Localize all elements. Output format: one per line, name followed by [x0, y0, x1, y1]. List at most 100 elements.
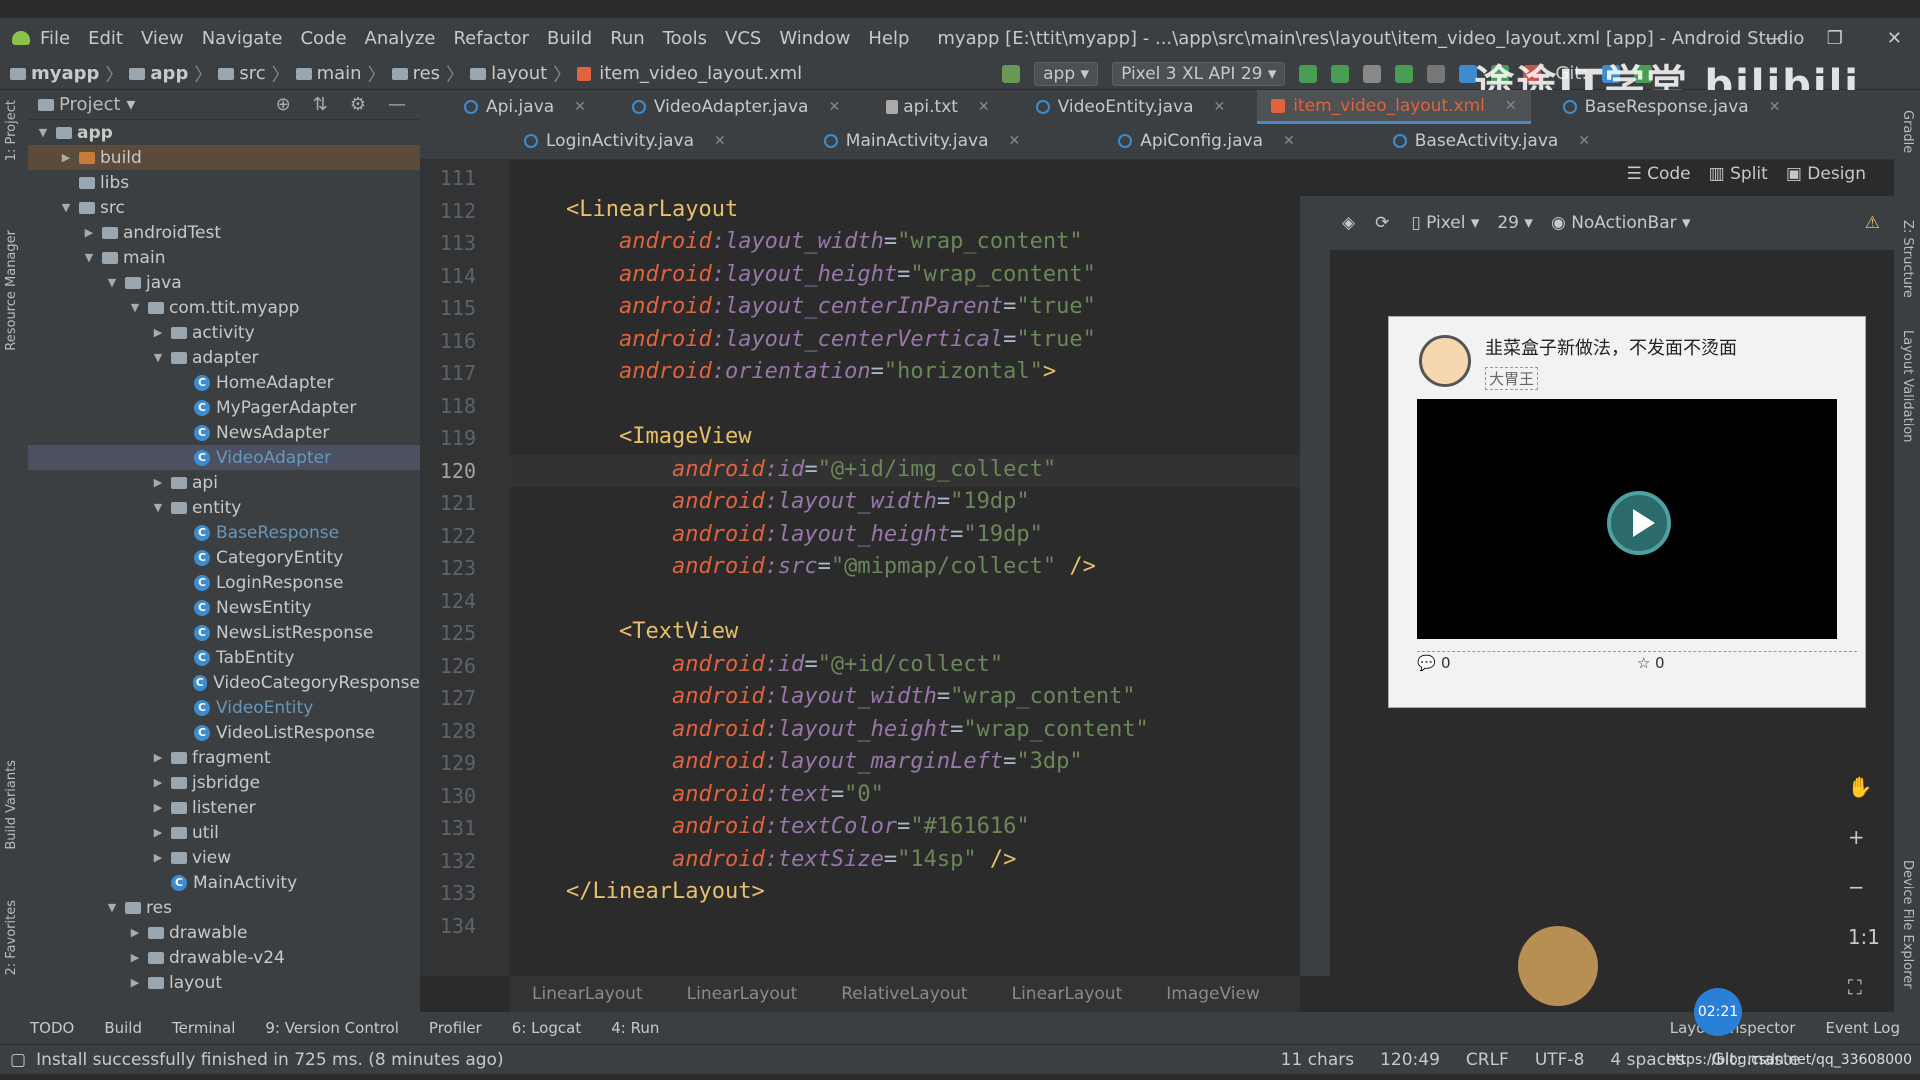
component-crumb[interactable]: RelativeLayout	[841, 984, 967, 1004]
device-selector[interactable]: ▯ Pixel ▾	[1411, 213, 1479, 233]
collapsed-arrow-icon[interactable]: ▶	[151, 751, 165, 764]
collapsed-arrow-icon[interactable]: ▶	[151, 776, 165, 789]
design-mode-button[interactable]: ▣ Design	[1786, 164, 1866, 184]
editor-tab[interactable]: VideoAdapter.java ✕	[618, 90, 854, 124]
zoom-in-icon[interactable]: +	[1848, 825, 1880, 849]
bottom-tool-tab[interactable]: Terminal	[172, 1019, 235, 1037]
tree-node[interactable]: C NewsEntity	[28, 595, 420, 620]
tree-node[interactable]: ▶ drawable	[28, 920, 420, 945]
status-square-icon[interactable]: ▢	[10, 1050, 26, 1070]
expanded-arrow-icon[interactable]: ▼	[105, 901, 119, 914]
crumb-res[interactable]: res	[413, 63, 440, 84]
tree-node[interactable]: C VideoCategoryResponse	[28, 670, 420, 695]
tree-node[interactable]: C TabEntity	[28, 645, 420, 670]
bottom-tool-tab[interactable]: TODO	[30, 1019, 74, 1037]
tree-node[interactable]: C CategoryEntity	[28, 545, 420, 570]
run-config-dropdown[interactable]: app ▾	[1034, 61, 1099, 86]
collapsed-arrow-icon[interactable]: ▶	[151, 851, 165, 864]
restore-icon[interactable]: ❐	[1827, 28, 1843, 49]
expanded-arrow-icon[interactable]: ▼	[59, 201, 73, 214]
bottom-tool-tab[interactable]: 4: Run	[611, 1019, 659, 1037]
editor-tab[interactable]: Api.java ✕	[450, 90, 600, 124]
coverage-icon[interactable]	[1363, 64, 1382, 83]
apply-changes-icon[interactable]	[1331, 64, 1350, 83]
crumb-src[interactable]: src	[239, 63, 265, 84]
api-selector[interactable]: 29 ▾	[1497, 213, 1533, 233]
bottom-tool-tab[interactable]: 9: Version Control	[265, 1019, 399, 1037]
editor-tab[interactable]: LoginActivity.java ✕	[510, 124, 740, 158]
tree-node[interactable]: C VideoEntity	[28, 695, 420, 720]
component-crumb[interactable]: LinearLayout	[1012, 984, 1123, 1004]
collapsed-arrow-icon[interactable]: ▶	[151, 801, 165, 814]
close-tab-icon[interactable]: ✕	[1283, 133, 1295, 149]
design-surface-icon[interactable]: ◈	[1342, 213, 1355, 233]
zoom-fit-icon[interactable]: ⛶	[1848, 975, 1880, 999]
tree-node[interactable]: ▼ entity	[28, 495, 420, 520]
play-icon[interactable]	[1607, 491, 1671, 555]
menu-help[interactable]: Help	[868, 28, 909, 49]
menu-code[interactable]: Code	[300, 28, 346, 49]
caret-position[interactable]: 120:49	[1380, 1050, 1440, 1070]
crumb-file[interactable]: item_video_layout.xml	[599, 63, 802, 84]
menu-vcs[interactable]: VCS	[725, 28, 761, 49]
menu-navigate[interactable]: Navigate	[202, 28, 283, 49]
close-tab-icon[interactable]: ✕	[574, 99, 586, 115]
line-separator[interactable]: CRLF	[1466, 1050, 1509, 1070]
menu-file[interactable]: File	[40, 28, 70, 49]
editor-tab[interactable]: MainActivity.java ✕	[810, 124, 1035, 158]
collapsed-arrow-icon[interactable]: ▶	[128, 926, 142, 939]
collapsed-arrow-icon[interactable]: ▶	[128, 976, 142, 989]
collapsed-arrow-icon[interactable]: ▶	[151, 476, 165, 489]
tree-node[interactable]: C BaseResponse	[28, 520, 420, 545]
tree-node[interactable]: ▶ build	[28, 145, 420, 170]
bottom-tool-tab[interactable]: Event Log	[1825, 1019, 1900, 1037]
collapsed-arrow-icon[interactable]: ▶	[151, 826, 165, 839]
tree-node[interactable]: ▶ jsbridge	[28, 770, 420, 795]
project-view-dropdown[interactable]: Project	[59, 94, 121, 115]
hide-panel-icon[interactable]: —	[388, 94, 406, 115]
tree-node[interactable]: C VideoAdapter	[28, 445, 420, 470]
tree-node[interactable]: ▶ layout	[28, 970, 420, 995]
build-variants-tab[interactable]: Build Variants	[4, 760, 19, 850]
crumb-project[interactable]: myapp	[31, 63, 99, 84]
structure-tab[interactable]: Z: Structure	[1900, 220, 1915, 298]
zoom-out-icon[interactable]: −	[1848, 875, 1880, 899]
component-crumb[interactable]: LinearLayout	[532, 984, 643, 1004]
tree-node[interactable]: C NewsAdapter	[28, 420, 420, 445]
bottom-tool-tab[interactable]: Profiler	[429, 1019, 482, 1037]
crumb-main[interactable]: main	[317, 63, 362, 84]
tree-node[interactable]: C LoginResponse	[28, 570, 420, 595]
crumb-layout[interactable]: layout	[491, 63, 547, 84]
tree-node[interactable]: C HomeAdapter	[28, 370, 420, 395]
tree-node[interactable]: C MyPagerAdapter	[28, 395, 420, 420]
close-tab-icon[interactable]: ✕	[978, 99, 990, 115]
tree-node[interactable]: ▼ app	[28, 120, 420, 145]
tree-node[interactable]: ▼ main	[28, 245, 420, 270]
close-tab-icon[interactable]: ✕	[1505, 98, 1517, 114]
tree-node[interactable]: ▼ adapter	[28, 345, 420, 370]
device-file-explorer-tab[interactable]: Device File Explorer	[1900, 860, 1915, 989]
editor-tab[interactable]: VideoEntity.java ✕	[1022, 90, 1240, 124]
tree-node[interactable]: libs	[28, 170, 420, 195]
minimize-icon[interactable]: —	[1765, 28, 1783, 49]
close-tab-icon[interactable]: ✕	[828, 99, 840, 115]
component-crumb[interactable]: LinearLayout	[687, 984, 798, 1004]
menu-edit[interactable]: Edit	[88, 28, 123, 49]
menu-build[interactable]: Build	[547, 28, 592, 49]
tree-node[interactable]: ▶ util	[28, 820, 420, 845]
tree-node[interactable]: ▼ src	[28, 195, 420, 220]
warning-icon[interactable]: ⚠	[1865, 213, 1880, 233]
close-tab-icon[interactable]: ✕	[1009, 133, 1021, 149]
close-tab-icon[interactable]: ✕	[1578, 133, 1590, 149]
orientation-icon[interactable]: ⟳	[1375, 213, 1389, 233]
tree-node[interactable]: ▶ androidTest	[28, 220, 420, 245]
tree-node[interactable]: ▼ java	[28, 270, 420, 295]
menu-run[interactable]: Run	[610, 28, 645, 49]
attach-debugger-icon[interactable]	[1427, 64, 1446, 83]
tree-node[interactable]: ▼ res	[28, 895, 420, 920]
close-tab-icon[interactable]: ✕	[714, 133, 726, 149]
tree-node[interactable]: ▼ com.ttit.myapp	[28, 295, 420, 320]
tree-node[interactable]: ▶ fragment	[28, 745, 420, 770]
close-tab-icon[interactable]: ✕	[1769, 99, 1781, 115]
tree-node[interactable]: C NewsListResponse	[28, 620, 420, 645]
